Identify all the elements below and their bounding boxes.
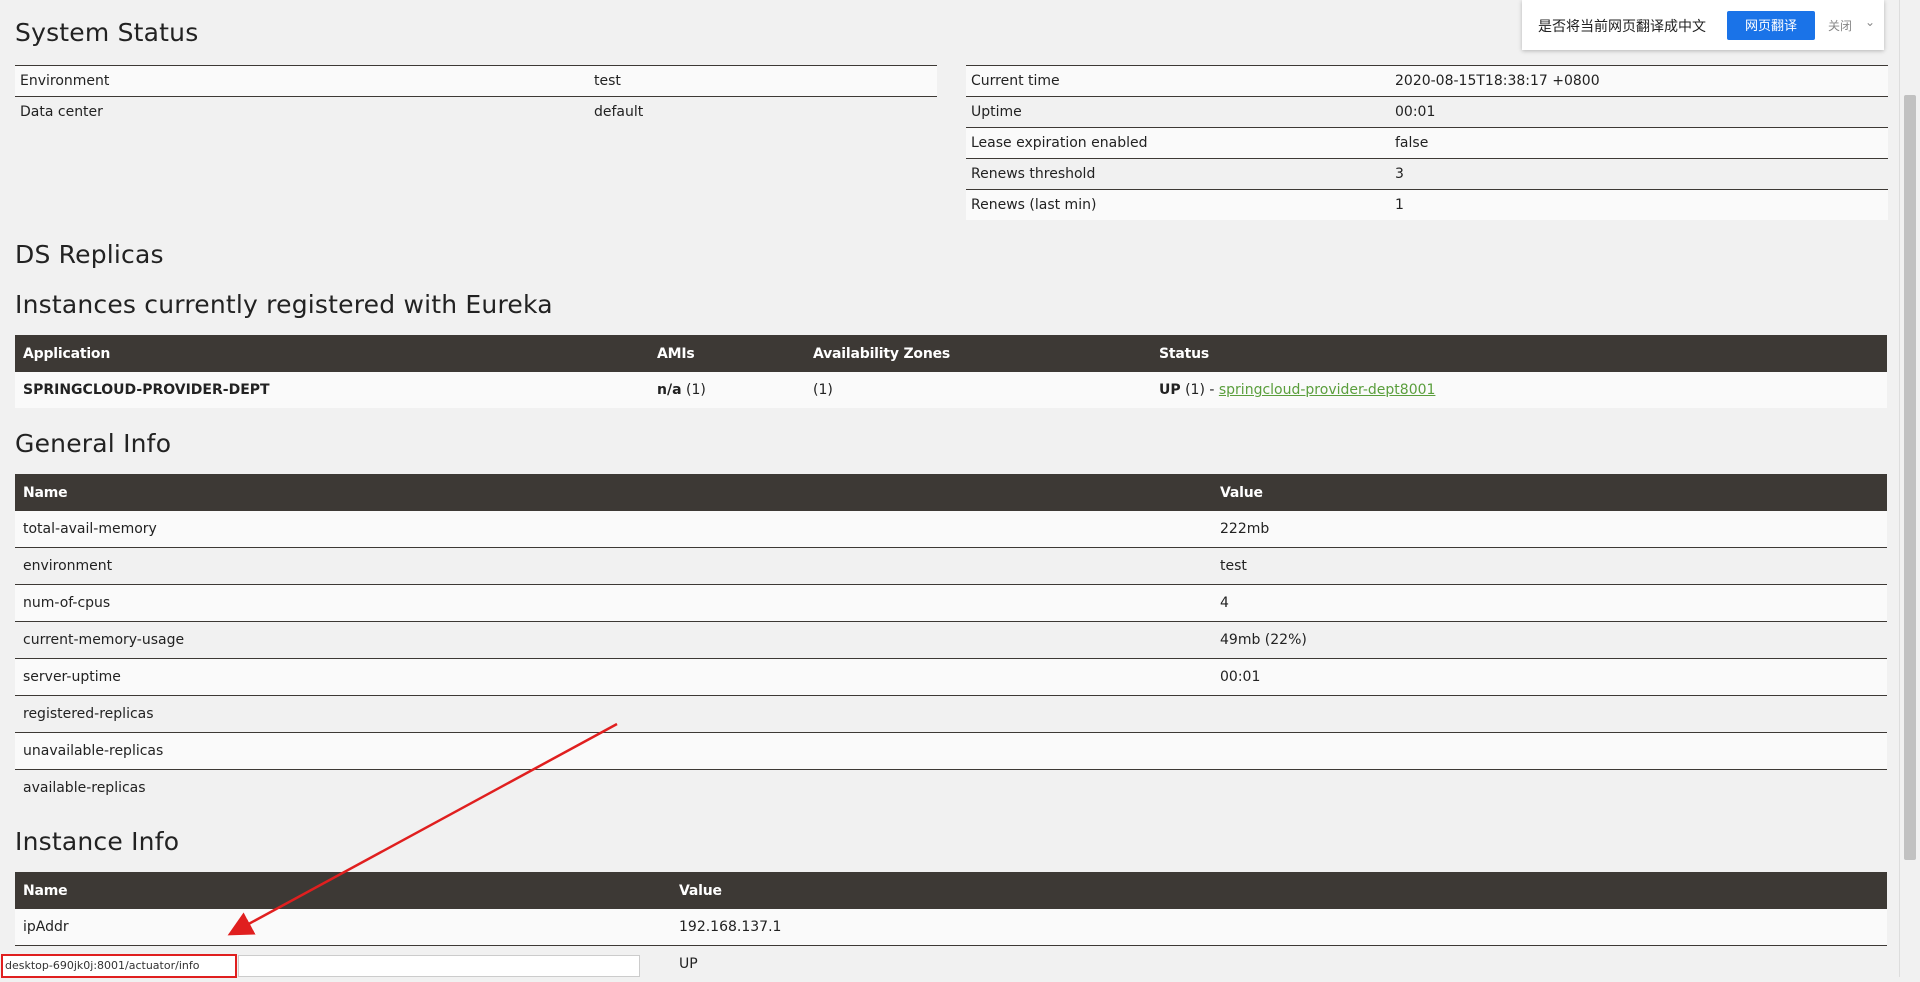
- column-header: Status: [1151, 335, 1887, 372]
- instances-table: Application AMIs Availability Zones Stat…: [15, 335, 1887, 408]
- system-status-left-table: Environment test Data center default: [15, 65, 937, 127]
- status-key: Data center: [15, 97, 589, 128]
- status-key: Lease expiration enabled: [966, 128, 1390, 159]
- info-name: server-uptime: [15, 659, 1212, 696]
- system-status-title: System Status: [15, 18, 198, 47]
- table-header-row: Name Value: [15, 872, 1887, 909]
- info-value: 222mb: [1212, 511, 1887, 548]
- general-info-table: Name Value total-avail-memory222mb envir…: [15, 474, 1887, 806]
- status-value: 1: [1390, 190, 1888, 221]
- table-row: SPRINGCLOUD-PROVIDER-DEPT n/a (1) (1) UP…: [15, 372, 1887, 408]
- table-row: Renews threshold 3: [966, 159, 1888, 190]
- info-name: environment: [15, 548, 1212, 585]
- instance-link[interactable]: springcloud-provider-dept8001: [1219, 382, 1436, 398]
- general-info-title: General Info: [15, 429, 171, 458]
- amis-value: n/a: [657, 382, 682, 398]
- scrollbar-thumb[interactable]: [1904, 95, 1916, 860]
- table-header-row: Name Value: [15, 474, 1887, 511]
- application-cell: SPRINGCLOUD-PROVIDER-DEPT: [15, 372, 649, 408]
- column-header: AMIs: [649, 335, 805, 372]
- info-name: num-of-cpus: [15, 585, 1212, 622]
- status-value: test: [589, 66, 937, 97]
- info-name: ipAddr: [15, 909, 671, 946]
- status-bar-url: desktop-690jk0j:8001/actuator/info: [1, 954, 237, 978]
- table-row: available-replicas: [15, 770, 1887, 807]
- status-key: Renews threshold: [966, 159, 1390, 190]
- translate-button[interactable]: 网页翻译: [1727, 11, 1815, 40]
- table-row: unavailable-replicas: [15, 733, 1887, 770]
- translate-prompt: 是否将当前网页翻译成中文: [1538, 16, 1706, 36]
- column-header: Value: [1212, 474, 1887, 511]
- status-value: 3: [1390, 159, 1888, 190]
- table-row: Data center default: [15, 97, 937, 128]
- info-value: [1212, 696, 1887, 733]
- info-name: total-avail-memory: [15, 511, 1212, 548]
- application-name: SPRINGCLOUD-PROVIDER-DEPT: [23, 382, 270, 398]
- status-key: Environment: [15, 66, 589, 97]
- info-value: test: [1212, 548, 1887, 585]
- info-value: 49mb (22%): [1212, 622, 1887, 659]
- info-value: 192.168.137.1: [671, 909, 1887, 946]
- status-value: 2020-08-15T18:38:17 +0800: [1390, 66, 1888, 97]
- instances-title: Instances currently registered with Eure…: [15, 290, 553, 319]
- table-row: num-of-cpus4: [15, 585, 1887, 622]
- amis-count: (1): [682, 382, 706, 398]
- status-value: default: [589, 97, 937, 128]
- table-row: Current time 2020-08-15T18:38:17 +0800: [966, 66, 1888, 97]
- table-header-row: Application AMIs Availability Zones Stat…: [15, 335, 1887, 372]
- table-row: environmenttest: [15, 548, 1887, 585]
- info-value: [1212, 770, 1887, 807]
- amis-cell: n/a (1): [649, 372, 805, 408]
- column-header: Availability Zones: [805, 335, 1151, 372]
- info-value: 4: [1212, 585, 1887, 622]
- status-key: Renews (last min): [966, 190, 1390, 221]
- status-cell: UP (1) - springcloud-provider-dept8001: [1151, 372, 1887, 408]
- zones-cell: (1): [805, 372, 1151, 408]
- table-row: registered-replicas: [15, 696, 1887, 733]
- status-count: (1) -: [1181, 382, 1219, 398]
- status-key: Uptime: [966, 97, 1390, 128]
- page: System Status Environment test Data cent…: [0, 0, 1900, 977]
- table-row: Lease expiration enabled false: [966, 128, 1888, 159]
- status-value: 00:01: [1390, 97, 1888, 128]
- info-name: current-memory-usage: [15, 622, 1212, 659]
- info-name: available-replicas: [15, 770, 1212, 807]
- system-status-right-table: Current time 2020-08-15T18:38:17 +0800 U…: [966, 65, 1888, 220]
- column-header: Name: [15, 474, 1212, 511]
- table-row: Renews (last min) 1: [966, 190, 1888, 221]
- column-header: Value: [671, 872, 1887, 909]
- table-row: ipAddr192.168.137.1: [15, 909, 1887, 946]
- ds-replicas-title: DS Replicas: [15, 240, 164, 269]
- instance-info-title: Instance Info: [15, 827, 179, 856]
- status-up: UP: [1159, 382, 1181, 398]
- info-value: 00:01: [1212, 659, 1887, 696]
- scrollbar[interactable]: [1899, 0, 1920, 977]
- column-header: Application: [15, 335, 649, 372]
- table-row: Environment test: [15, 66, 937, 97]
- table-row: server-uptime00:01: [15, 659, 1887, 696]
- info-name: unavailable-replicas: [15, 733, 1212, 770]
- info-value: [1212, 733, 1887, 770]
- translate-bar: 是否将当前网页翻译成中文 网页翻译 关闭 ⌄: [1522, 0, 1884, 50]
- table-row: total-avail-memory222mb: [15, 511, 1887, 548]
- info-name: registered-replicas: [15, 696, 1212, 733]
- table-row: current-memory-usage49mb (22%): [15, 622, 1887, 659]
- status-bar-extension: [238, 955, 640, 977]
- close-button[interactable]: 关闭: [1828, 17, 1852, 34]
- status-value: false: [1390, 128, 1888, 159]
- column-header: Name: [15, 872, 671, 909]
- status-key: Current time: [966, 66, 1390, 97]
- table-row: Uptime 00:01: [966, 97, 1888, 128]
- chevron-down-icon[interactable]: ⌄: [1865, 15, 1875, 29]
